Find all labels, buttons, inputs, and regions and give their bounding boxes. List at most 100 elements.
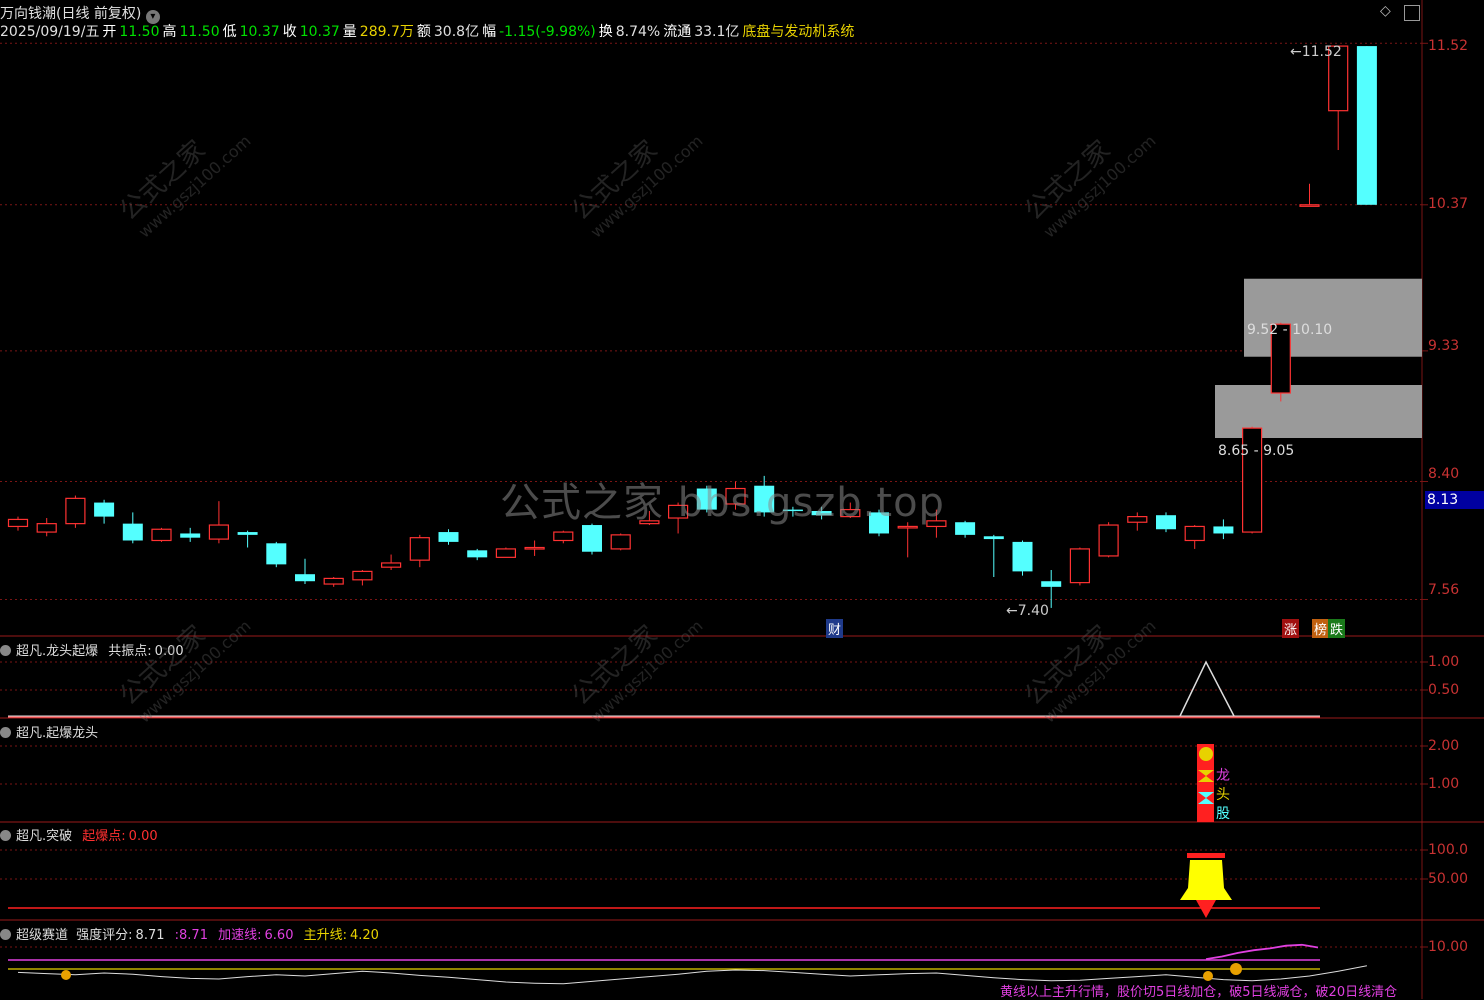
collapse-icon[interactable] [0, 645, 11, 656]
p2-signal-bar [1197, 744, 1214, 822]
candle-body [1127, 516, 1148, 523]
main-rise-label: 主升线: [303, 928, 347, 943]
s2-value: 8.71 [179, 928, 208, 943]
candle-body [266, 543, 287, 565]
open-value: 11.50 [119, 24, 160, 40]
float-value: 33.1亿 [694, 24, 740, 40]
axis-label-7-56: 7.56 [1428, 582, 1460, 598]
axis-label-8-40: 8.40 [1428, 466, 1460, 482]
p3-cap [1187, 853, 1225, 858]
diamond-icon[interactable]: ◇ [1380, 3, 1391, 19]
p4-axis-1: 10.00 [1428, 939, 1469, 955]
resistance-zone-2 [1215, 385, 1422, 438]
p1-axis-2: 0.50 [1428, 682, 1460, 698]
p2-axis-1: 2.00 [1428, 738, 1460, 754]
finance-badge[interactable]: 财 [826, 619, 844, 638]
stock-tag: 股 [1216, 806, 1230, 822]
main-rise-value: 4.20 [350, 928, 379, 943]
accel-value: 6.60 [264, 928, 294, 943]
amt-value: 30.8亿 [433, 24, 480, 40]
candle-body [582, 525, 602, 552]
candle-body [983, 536, 1004, 540]
rise-badge[interactable]: 涨 [1282, 619, 1300, 638]
candle-body [36, 523, 57, 533]
watermark-diag-3: 公式之家 www.gszj100.com [1019, 131, 1160, 242]
candle-body [1012, 541, 1033, 572]
quote-date: 2025/09/19/五 [0, 24, 100, 40]
candle-body [524, 546, 545, 550]
panel3-ind-label: 起爆点: [82, 829, 126, 844]
fall-badge[interactable]: 跌 [1328, 619, 1346, 638]
watermark-diag-2: 公式之家 www.gszj100.com [566, 131, 707, 242]
candle-body [208, 524, 229, 540]
candle-body [495, 548, 516, 558]
amt-label: 额 [416, 24, 431, 40]
high-value: 11.50 [179, 24, 220, 40]
low-label: 低 [222, 24, 237, 40]
candle-body [1213, 526, 1234, 534]
panel1-name: 超凡.龙头起爆 [16, 644, 99, 659]
butterfly-icon [1198, 770, 1214, 782]
candle-body [1098, 524, 1119, 557]
candle-body [955, 522, 976, 535]
candle-body [94, 502, 115, 517]
panel4-header[interactable]: 超级赛道 强度评分: 8.71 :8.71 加速线: 6.60 主升线: 4.20 [0, 924, 379, 943]
butterfly-icon [1198, 792, 1214, 804]
panel2-name: 超凡.起爆龙头 [16, 726, 99, 741]
candle-body [151, 528, 172, 542]
open-label: 开 [102, 24, 117, 40]
strength-label: 强度评分: [76, 928, 133, 943]
turn-label: 换 [598, 24, 613, 40]
candle-body [381, 562, 402, 568]
p1-axis-1: 1.00 [1428, 654, 1460, 670]
candle-body [467, 550, 488, 558]
candle-body [122, 523, 143, 541]
panel4-name: 超级赛道 [16, 928, 69, 943]
turn-value: 8.74% [615, 24, 661, 40]
candle-body [438, 532, 459, 542]
collapse-icon[interactable] [0, 830, 11, 841]
close-value: 10.37 [299, 24, 340, 40]
p3-axis-1: 100.0 [1428, 842, 1469, 858]
accel-label: 加速线: [218, 928, 262, 943]
candle-body [65, 497, 86, 525]
candle-body [180, 533, 201, 538]
p1-peak [1179, 660, 1235, 717]
panel2-header[interactable]: 超凡.起爆龙头 [0, 722, 98, 741]
head-tag: 头 [1216, 787, 1230, 803]
strength-magenta-line [1205, 943, 1319, 960]
sector-name[interactable]: 底盘与发动机系统 [742, 24, 854, 40]
watermark-diag-5: 公式之家 www.gszj100.com [566, 616, 707, 727]
current-price-badge: 8.13 [1425, 491, 1484, 509]
axis-label-9-33: 9.33 [1428, 338, 1460, 354]
low-value: 10.37 [239, 24, 280, 40]
watermark-center: 公式之家 bbs.gszb.top [500, 480, 945, 526]
candle-body [323, 577, 344, 585]
chg-value: -1.15(-9.98%) [499, 24, 596, 40]
p2-axis-2: 1.00 [1428, 776, 1460, 792]
candle-body [1069, 548, 1091, 584]
candle-body [409, 537, 430, 561]
hand-pointer-icon [1203, 971, 1213, 981]
strategy-ticker: 黄线以上主升行情，股价切5日线加仓，破5日线减仓，破20日线清仓 [1000, 985, 1398, 1000]
panel3-header[interactable]: 超凡.突破 起爆点: 0.00 [0, 825, 158, 844]
candle-body [352, 570, 373, 581]
panel3-name: 超凡.突破 [16, 829, 73, 844]
candle-body [610, 534, 631, 550]
watermark-diag-1: 公式之家 www.gszj100.com [114, 131, 255, 242]
zone1-label: 9.52 - 10.10 [1247, 322, 1333, 338]
high-annotation: ←11.52 [1290, 44, 1342, 60]
panel3-ind-value: 0.00 [128, 829, 158, 844]
candle-body [1356, 46, 1377, 205]
window-toggle-icon[interactable] [1404, 5, 1420, 21]
axis-label-11-52: 11.52 [1428, 38, 1469, 54]
candle-body [1299, 204, 1320, 207]
candle-body [7, 518, 29, 528]
collapse-icon[interactable] [0, 929, 11, 940]
candle-body [295, 574, 315, 582]
collapse-icon[interactable] [0, 727, 11, 738]
ranking-badge[interactable]: 榜 [1312, 619, 1330, 638]
stock-title: 万向钱潮(日线 前复权) [0, 6, 142, 22]
vol-label: 量 [342, 24, 357, 40]
close-label: 收 [282, 24, 297, 40]
